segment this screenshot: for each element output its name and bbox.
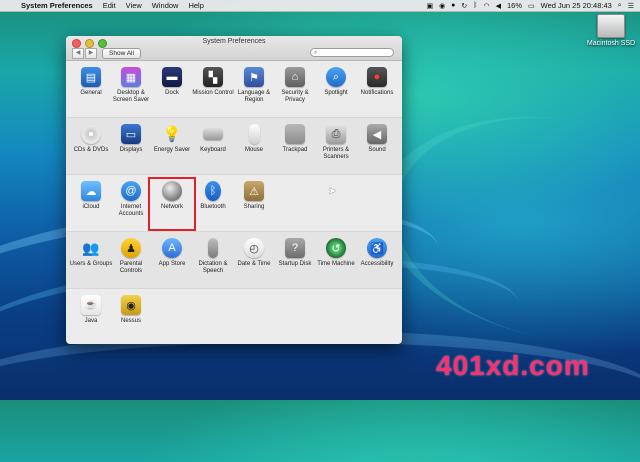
forward-button[interactable]: ▶: [85, 48, 97, 59]
pref-section-internet: ☁ iCloud @ Internet Accounts Network ᛒ B…: [66, 175, 402, 232]
startup-disk-icon: ?: [285, 238, 305, 258]
notification-center-icon[interactable]: ☰: [628, 2, 634, 10]
pref-desktop-screen-saver[interactable]: ▦ Desktop & Screen Saver: [109, 67, 153, 104]
printer-icon: ⎙: [326, 124, 346, 144]
pref-dock[interactable]: ▬ Dock: [150, 67, 194, 97]
pref-date-time[interactable]: ◴ Date & Time: [232, 238, 276, 268]
pref-printers-scanners[interactable]: ⎙ Printers & Scanners: [314, 124, 358, 161]
cloud-icon: ☁: [81, 181, 101, 201]
window-title: System Preferences: [202, 38, 266, 45]
pref-language-region[interactable]: ⚑ Language & Region: [232, 67, 276, 104]
search-icon: ⌕: [314, 50, 318, 56]
pref-time-machine[interactable]: ↺ Time Machine: [314, 238, 358, 268]
mouse-icon: [248, 124, 260, 144]
network-selection-highlight: [148, 177, 196, 231]
accessibility-icon: ♿: [367, 238, 387, 258]
pref-mouse[interactable]: Mouse: [232, 124, 276, 154]
menu-edit[interactable]: Edit: [98, 1, 121, 10]
pref-nessus[interactable]: ◉ Nessus: [109, 295, 153, 325]
pref-notifications[interactable]: ● Notifications: [355, 67, 399, 97]
pref-sharing[interactable]: ⚠ Sharing: [232, 181, 276, 211]
pref-parental-controls[interactable]: ♟ Parental Controls: [109, 238, 153, 275]
system-preferences-window: System Preferences ◀ ▶ Show All ⌕ ▤ Gene…: [66, 36, 402, 344]
clock-icon: ◴: [244, 238, 264, 258]
house-icon: ⌂: [285, 67, 305, 87]
users-icon: 👥: [82, 239, 100, 256]
pref-accessibility[interactable]: ♿ Accessibility: [355, 238, 399, 268]
lightbulb-icon: 💡: [162, 126, 182, 143]
notifications-icon: ●: [367, 67, 387, 87]
nav-buttons: ◀ ▶: [72, 48, 97, 59]
pref-general[interactable]: ▤ General: [69, 67, 113, 97]
at-sign-icon: @: [121, 181, 141, 201]
battery-percent[interactable]: 16%: [507, 1, 522, 10]
dock-icon: ▬: [162, 67, 182, 87]
pref-spotlight[interactable]: ⌕ Spotlight: [314, 67, 358, 97]
keyboard-icon: [203, 128, 223, 140]
pref-section-system: 👥 Users & Groups ♟ Parental Controls A A…: [66, 232, 402, 289]
java-icon: ☕: [81, 295, 101, 315]
pref-sound[interactable]: ◀ Sound: [355, 124, 399, 154]
pref-app-store[interactable]: A App Store: [150, 238, 194, 268]
app-store-icon: A: [162, 238, 182, 258]
menu-app-name[interactable]: System Preferences: [16, 1, 98, 10]
watermark-text: 401xd.com: [436, 350, 590, 381]
disk-label: Macintosh SSD: [586, 40, 636, 47]
microphone-icon: [208, 238, 218, 258]
pref-trackpad[interactable]: Trackpad: [273, 124, 317, 154]
pref-section-other: ☕ Java ◉ Nessus: [66, 289, 402, 344]
battery-icon[interactable]: ▭: [528, 2, 535, 10]
display-icon: ▭: [121, 124, 141, 144]
spotlight-icon[interactable]: ⌕: [618, 2, 622, 10]
menu-window[interactable]: Window: [147, 1, 184, 10]
pref-users-groups[interactable]: 👥 Users & Groups: [69, 238, 113, 268]
pref-cds-dvds[interactable]: CDs & DVDs: [69, 124, 113, 154]
pref-keyboard[interactable]: Keyboard: [191, 124, 235, 154]
pref-icloud[interactable]: ☁ iCloud: [69, 181, 113, 211]
magnifier-icon: ⌕: [326, 67, 346, 87]
status-icon[interactable]: ●: [451, 2, 455, 9]
pref-section-personal: ▤ General ▦ Desktop & Screen Saver ▬ Doc…: [66, 61, 402, 118]
pref-energy-saver[interactable]: 💡 Energy Saver: [150, 124, 194, 154]
status-icon[interactable]: ▣: [426, 2, 433, 10]
show-all-button[interactable]: Show All: [102, 48, 141, 59]
wifi-icon[interactable]: ◠: [483, 2, 489, 10]
pref-mission-control[interactable]: ▚ Mission Control: [191, 67, 235, 97]
pref-internet-accounts[interactable]: @ Internet Accounts: [109, 181, 153, 218]
folder-icon: ⚠: [244, 181, 264, 201]
pref-startup-disk[interactable]: ? Startup Disk: [273, 238, 317, 268]
volume-icon[interactable]: ◀: [496, 2, 501, 10]
menu-bar: System Preferences Edit View Window Help…: [0, 0, 640, 12]
status-icon[interactable]: ◉: [439, 2, 445, 10]
pref-dictation-speech[interactable]: Dictation & Speech: [191, 238, 235, 275]
pref-displays[interactable]: ▭ Displays: [109, 124, 153, 154]
bluetooth-icon[interactable]: ᛒ: [473, 2, 477, 9]
menu-extras: ▣ ◉ ● ↻ ᛒ ◠ ◀ 16% ▭ Wed Jun 25 20:48:43 …: [426, 1, 640, 10]
mission-control-icon: ▚: [203, 67, 223, 87]
pref-java[interactable]: ☕ Java: [69, 295, 113, 325]
search-field[interactable]: ⌕: [310, 48, 394, 57]
mouse-cursor-icon: ➤: [328, 186, 337, 197]
bluetooth-icon: ᛒ: [205, 181, 221, 201]
pref-bluetooth[interactable]: ᛒ Bluetooth: [191, 181, 235, 211]
pref-security-privacy[interactable]: ⌂ Security & Privacy: [273, 67, 317, 104]
desktop-icon: ▦: [121, 67, 141, 87]
general-icon: ▤: [81, 67, 101, 87]
status-icon[interactable]: ↻: [461, 2, 467, 10]
speaker-icon: ◀: [367, 124, 387, 144]
menu-view[interactable]: View: [121, 1, 147, 10]
title-bar[interactable]: System Preferences ◀ ▶ Show All ⌕: [66, 36, 402, 61]
menu-help[interactable]: Help: [183, 1, 208, 10]
hard-drive-icon[interactable]: [597, 14, 625, 38]
parental-controls-icon: ♟: [121, 238, 141, 258]
trackpad-icon: [285, 124, 305, 144]
nessus-icon: ◉: [121, 295, 141, 315]
menu-clock[interactable]: Wed Jun 25 20:48:43: [541, 1, 612, 10]
pref-section-hardware: CDs & DVDs ▭ Displays 💡 Energy Saver Key…: [66, 118, 402, 175]
time-machine-icon: ↺: [326, 238, 346, 258]
desktop-disk[interactable]: Macintosh SSD: [584, 14, 638, 47]
disc-icon: [81, 124, 101, 144]
back-button[interactable]: ◀: [72, 48, 84, 59]
flag-icon: ⚑: [244, 67, 264, 87]
